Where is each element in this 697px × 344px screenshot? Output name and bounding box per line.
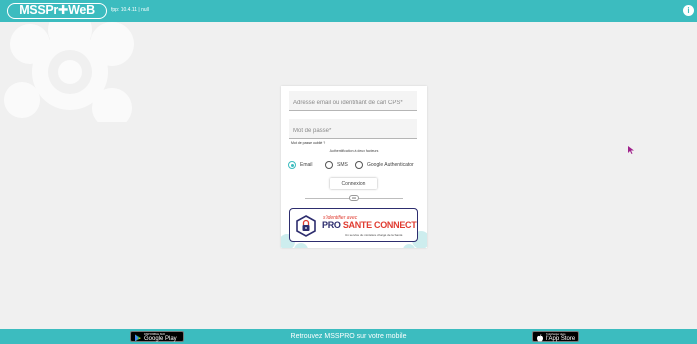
connexion-button[interactable]: Connexion xyxy=(330,178,377,189)
radio-indicator[interactable] xyxy=(355,161,363,169)
info-icon[interactable]: i xyxy=(683,5,694,16)
psc-lock-shield-icon xyxy=(296,215,316,237)
psc-brand-part2: SANTE CONNECT xyxy=(342,220,417,230)
app-logo[interactable]: MSSPr✚WeB xyxy=(7,3,107,19)
login-card: Mot de passe oublié ? Authentification à… xyxy=(281,86,427,248)
psc-brand: PRO SANTE CONNECT xyxy=(322,220,417,230)
psc-subtitle: Un service du ministère chargé de la San… xyxy=(345,233,403,237)
footer-message: Retrouvez MSSPRO sur votre mobile xyxy=(290,333,407,340)
radio-indicator[interactable] xyxy=(325,161,333,169)
forgot-password-link[interactable]: Mot de passe oublié ? xyxy=(291,141,325,145)
background-molecule-decoration xyxy=(4,22,134,122)
psc-brand-part1: PRO xyxy=(322,220,343,230)
email-input[interactable] xyxy=(289,93,417,113)
mouse-cursor-icon xyxy=(628,146,634,154)
radio-label: SMS xyxy=(337,162,348,168)
app-store-badge[interactable]: Télécharger dans l'App Store xyxy=(532,331,579,342)
apple-icon xyxy=(537,333,543,342)
app-store-big-text: l'App Store xyxy=(546,335,576,342)
radio-indicator[interactable] xyxy=(288,161,296,169)
twofa-title: Authentification à deux facteurs xyxy=(329,149,379,153)
radio-label: Google Authenticator xyxy=(367,162,414,168)
top-bar: MSSPr✚WeB fpp: 10.4.11 | null i xyxy=(0,0,697,22)
radio-label: Email xyxy=(300,162,313,168)
email-field-container xyxy=(289,91,417,113)
divider-label: ou xyxy=(349,195,359,201)
footer-bar: DISPONIBLE SUR Google Play Retrouvez MSS… xyxy=(0,329,697,344)
or-divider: ou xyxy=(305,195,403,201)
password-field-container xyxy=(289,119,417,141)
password-input[interactable] xyxy=(289,121,417,141)
version-label: fpp: 10.4.11 | null xyxy=(111,7,149,13)
twofa-radio-group: Email SMS Google Authenticator xyxy=(288,160,426,170)
pro-sante-connect-button[interactable]: s'identifier avec PRO SANTE CONNECT Un s… xyxy=(289,208,418,242)
